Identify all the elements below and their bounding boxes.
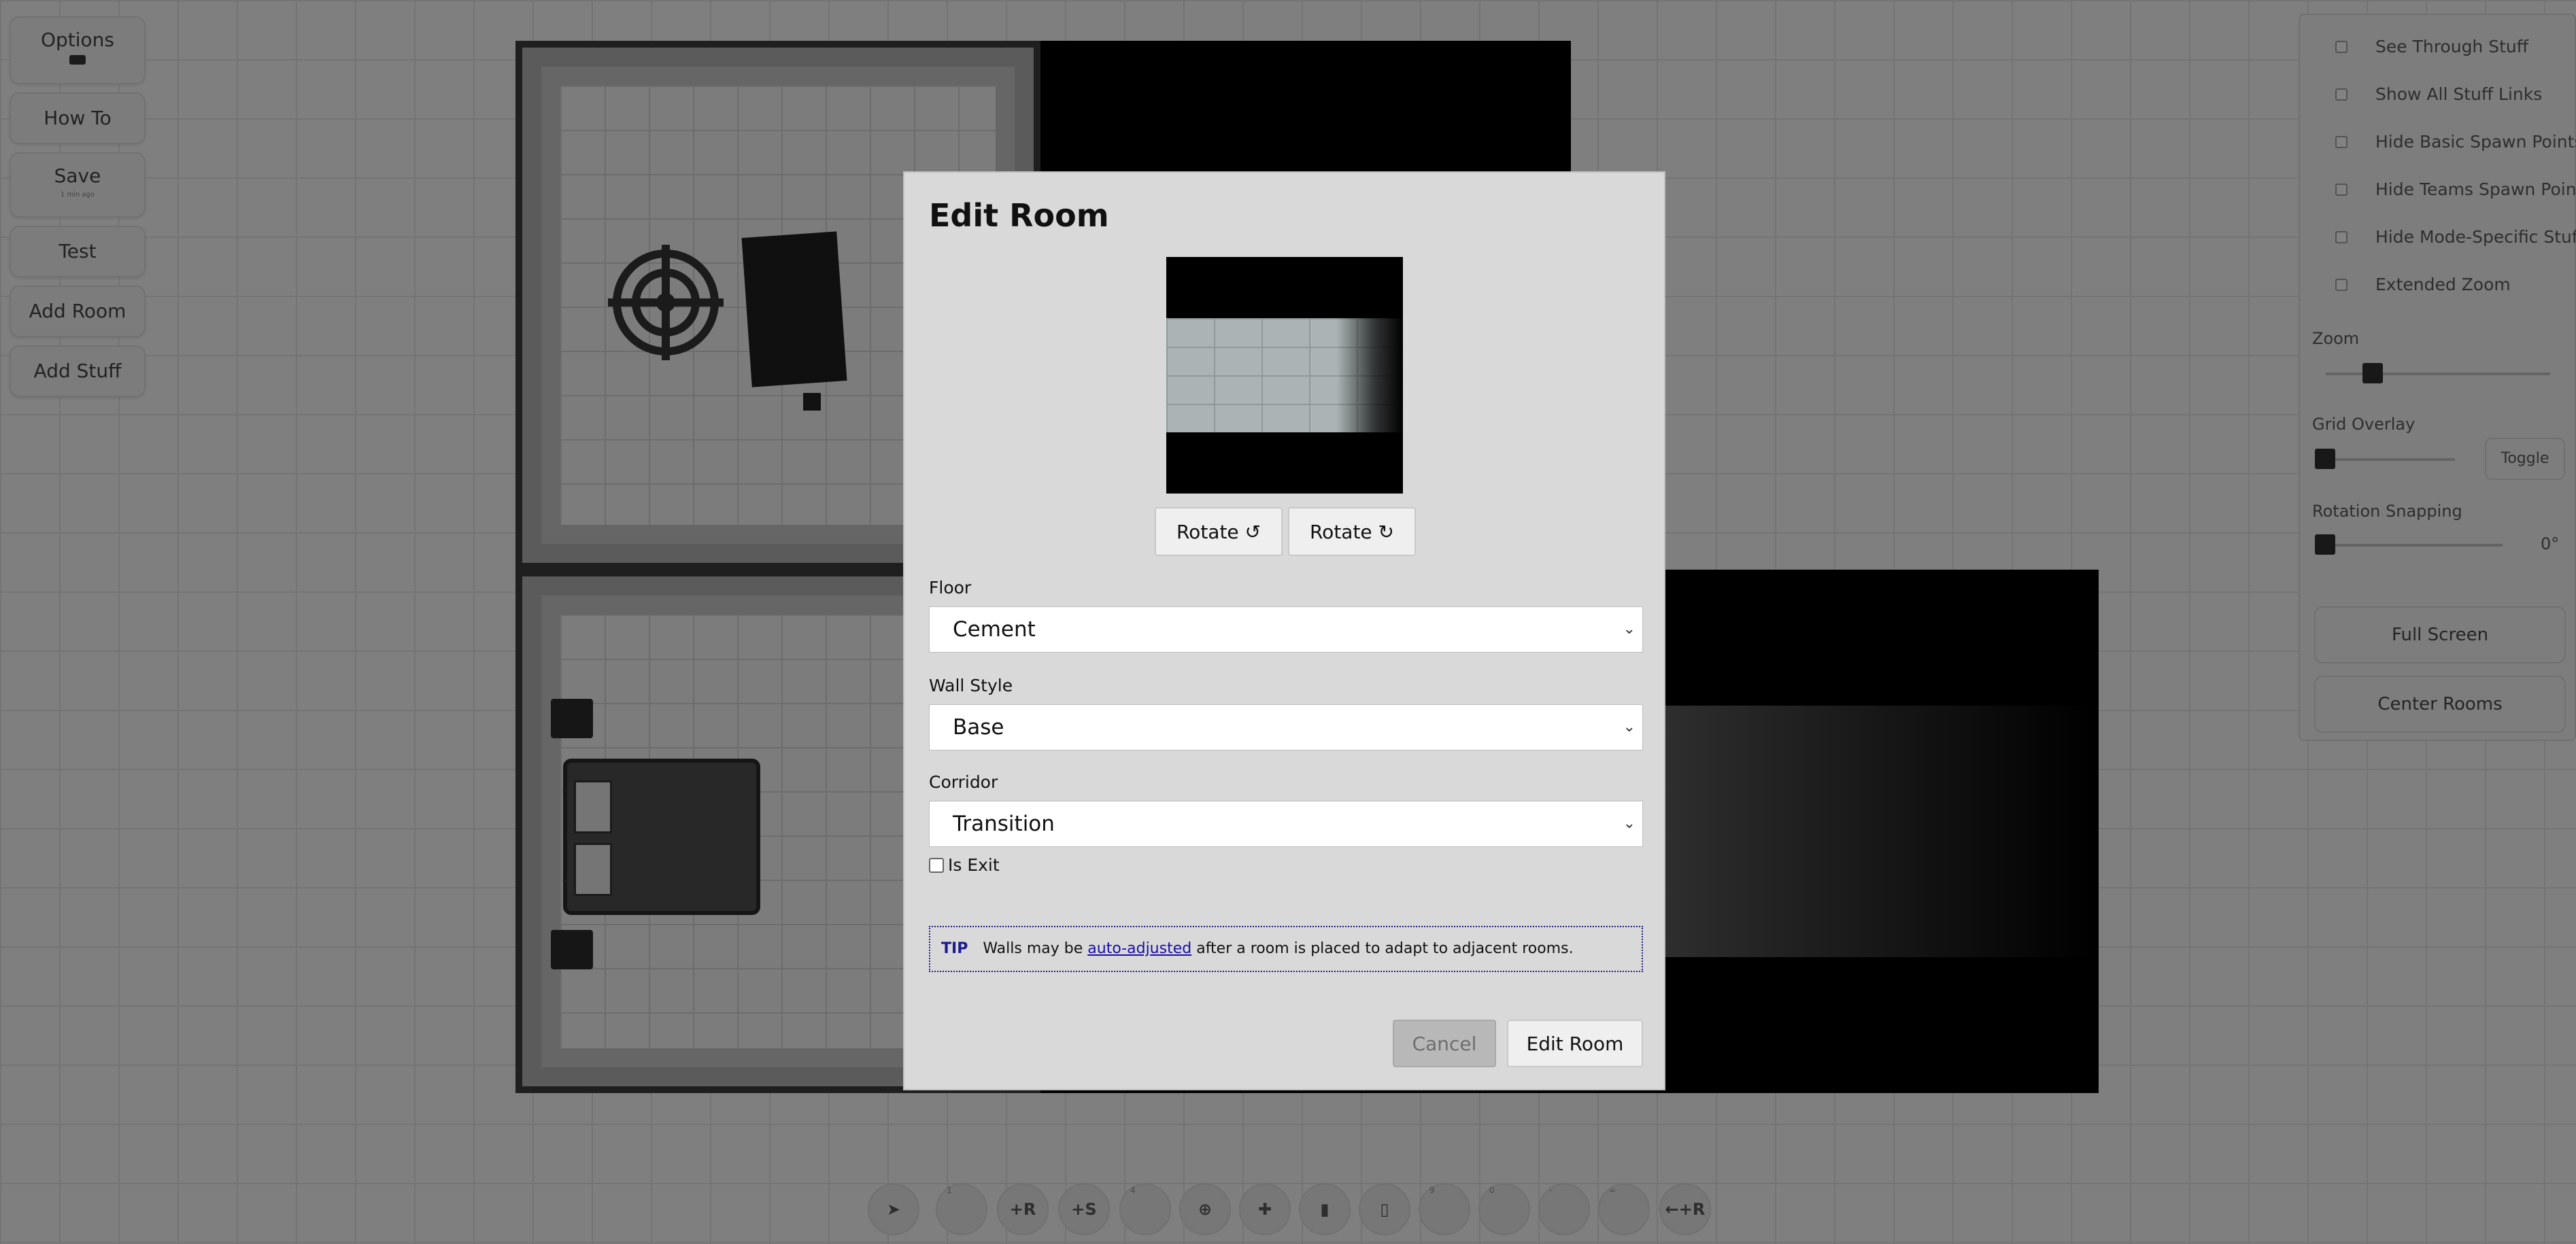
- wall-style-select[interactable]: Base ⌄: [929, 704, 1643, 750]
- corridor-value: Transition: [953, 812, 1055, 836]
- wall-style-value: Base: [953, 715, 1004, 740]
- floor-value: Cement: [953, 617, 1036, 642]
- dialog-title: Edit Room: [929, 197, 1109, 234]
- corridor-label: Corridor: [929, 772, 998, 792]
- is-exit-label: Is Exit: [948, 855, 1000, 875]
- chevron-down-icon: ⌄: [1623, 815, 1636, 832]
- preview-corridor: [1166, 318, 1403, 432]
- cancel-button[interactable]: Cancel: [1393, 1020, 1496, 1067]
- floor-select[interactable]: Cement ⌄: [929, 606, 1643, 653]
- chevron-down-icon: ⌄: [1623, 719, 1636, 736]
- tip-tag: TIP: [941, 940, 968, 957]
- chevron-down-icon: ⌄: [1623, 621, 1636, 638]
- rotate-ccw-button[interactable]: Rotate ↺: [1155, 507, 1283, 556]
- edit-room-dialog: Edit Room Rotate ↺ Rotate ↻ Floor Cement…: [903, 171, 1665, 1090]
- is-exit-checkbox[interactable]: [929, 858, 944, 873]
- tip-text-before: Walls may be: [983, 940, 1088, 957]
- corridor-select[interactable]: Transition ⌄: [929, 801, 1643, 847]
- tip-text-after: after a room is placed to adapt to adjac…: [1191, 940, 1574, 957]
- rotate-cw-button[interactable]: Rotate ↻: [1288, 507, 1416, 556]
- wall-style-label: Wall Style: [929, 676, 1013, 695]
- room-preview: [1166, 257, 1403, 494]
- floor-label: Floor: [929, 578, 972, 598]
- edit-room-submit-button[interactable]: Edit Room: [1507, 1020, 1643, 1067]
- auto-adjusted-link[interactable]: auto-adjusted: [1087, 940, 1191, 957]
- tip-box: TIP Walls may be auto-adjusted after a ro…: [929, 926, 1643, 972]
